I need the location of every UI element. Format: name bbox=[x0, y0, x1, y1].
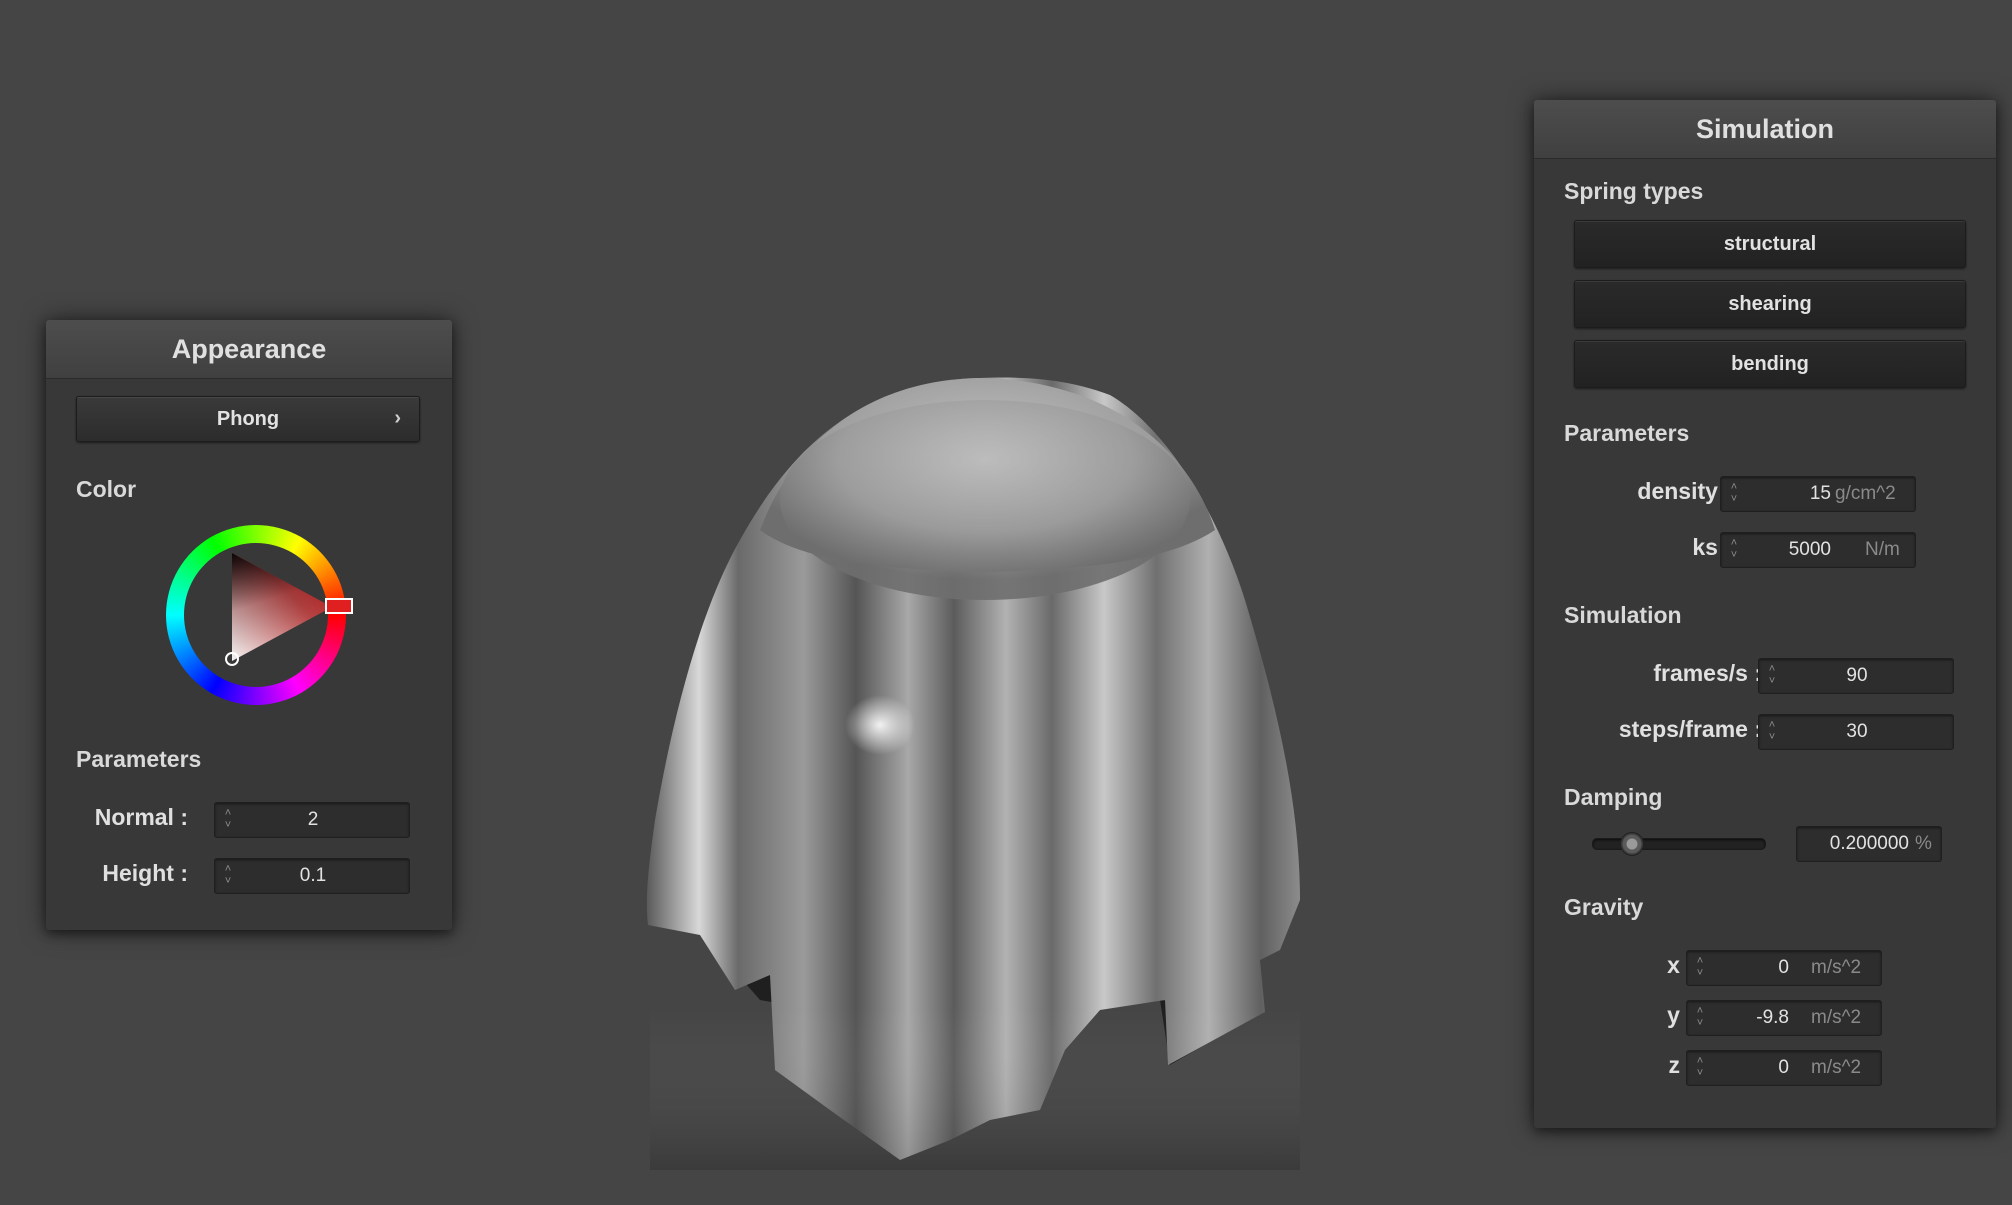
normal-input[interactable]: ˄ ˅ 2 bbox=[214, 802, 410, 838]
ks-unit: N/m bbox=[1865, 539, 1900, 560]
sim-rate-label: Simulation bbox=[1564, 602, 1682, 628]
spring-structural-button[interactable]: structural bbox=[1574, 220, 1966, 268]
simulation-panel: Simulation Spring types structural shear… bbox=[1534, 100, 1996, 1128]
spring-shearing-button[interactable]: shearing bbox=[1574, 280, 1966, 328]
ks-input[interactable]: ˄ ˅ 5000 N/m bbox=[1720, 532, 1916, 568]
simulation-panel-title: Simulation bbox=[1534, 100, 1996, 159]
damping-input[interactable]: 0.200000 % bbox=[1796, 826, 1942, 862]
density-value: 15 bbox=[1809, 483, 1831, 504]
steps-label: steps/frame : bbox=[1618, 716, 1762, 742]
fps-label: frames/s : bbox=[1653, 660, 1762, 686]
gravity-x-input[interactable]: ˄ ˅ 0 m/s^2 bbox=[1686, 950, 1882, 986]
appearance-panel-title: Appearance bbox=[46, 320, 452, 379]
damping-slider-handle[interactable] bbox=[1620, 832, 1645, 856]
sim-params-label: Parameters bbox=[1564, 420, 1690, 446]
gravity-x-value: 0 bbox=[1778, 957, 1789, 978]
shader-select-label: Phong bbox=[216, 408, 280, 430]
height-input[interactable]: ˄ ˅ 0.1 bbox=[214, 858, 410, 894]
gravity-z-input[interactable]: ˄ ˅ 0 m/s^2 bbox=[1686, 1050, 1882, 1086]
spin-arrows-icon[interactable]: ˄ ˅ bbox=[1727, 481, 1741, 507]
appearance-params-label: Parameters bbox=[76, 746, 202, 772]
density-unit: g/cm^2 bbox=[1835, 483, 1896, 504]
spring-shearing-label: shearing bbox=[1728, 293, 1812, 315]
normal-value: 2 bbox=[307, 809, 319, 830]
gravity-x-unit: m/s^2 bbox=[1811, 957, 1862, 978]
normal-label: Normal : bbox=[94, 804, 188, 830]
height-value: 0.1 bbox=[299, 865, 327, 886]
spring-bending-button[interactable]: bending bbox=[1574, 340, 1966, 388]
damping-unit: % bbox=[1915, 833, 1932, 854]
appearance-panel: Appearance Phong › Color Parameters Norm… bbox=[46, 320, 452, 930]
spring-types-label: Spring types bbox=[1564, 178, 1704, 204]
hue-selector-icon bbox=[325, 598, 353, 614]
density-label: density : bbox=[1637, 478, 1732, 504]
gravity-z-unit: m/s^2 bbox=[1811, 1057, 1862, 1078]
fps-value: 90 bbox=[1846, 665, 1868, 686]
steps-value: 30 bbox=[1846, 721, 1868, 742]
gravity-y-value: -9.8 bbox=[1756, 1007, 1789, 1028]
color-wheel[interactable] bbox=[156, 515, 356, 715]
damping-value: 0.200000 bbox=[1829, 833, 1909, 854]
gravity-z-label: z : bbox=[1668, 1052, 1694, 1078]
steps-input[interactable]: ˄ ˅ 30 bbox=[1758, 714, 1954, 750]
color-section-label: Color bbox=[76, 476, 137, 502]
ks-value: 5000 bbox=[1788, 539, 1831, 560]
gravity-x-label: x : bbox=[1667, 952, 1694, 978]
spring-bending-label: bending bbox=[1731, 353, 1809, 375]
spin-arrows-icon[interactable]: ˄ ˅ bbox=[1693, 955, 1707, 981]
spring-structural-label: structural bbox=[1723, 233, 1817, 255]
fps-input[interactable]: ˄ ˅ 90 bbox=[1758, 658, 1954, 694]
gravity-y-label: y : bbox=[1667, 1002, 1694, 1028]
density-input[interactable]: ˄ ˅ 15 g/cm^2 bbox=[1720, 476, 1916, 512]
ks-label: ks : bbox=[1692, 534, 1732, 560]
spin-arrows-icon[interactable]: ˄ ˅ bbox=[1693, 1055, 1707, 1081]
gravity-z-value: 0 bbox=[1778, 1057, 1789, 1078]
damping-slider[interactable] bbox=[1592, 838, 1766, 850]
gravity-y-unit: m/s^2 bbox=[1811, 1007, 1862, 1028]
spin-arrows-icon[interactable]: ˄ ˅ bbox=[1727, 537, 1741, 563]
chevron-right-icon: › bbox=[394, 407, 401, 429]
spin-arrows-icon[interactable]: ˄ ˅ bbox=[1693, 1005, 1707, 1031]
gravity-y-input[interactable]: ˄ ˅ -9.8 m/s^2 bbox=[1686, 1000, 1882, 1036]
damping-label: Damping bbox=[1564, 784, 1663, 810]
height-label: Height : bbox=[102, 860, 188, 886]
shader-select-button[interactable]: Phong › bbox=[76, 396, 420, 442]
gravity-label: Gravity bbox=[1564, 894, 1644, 920]
